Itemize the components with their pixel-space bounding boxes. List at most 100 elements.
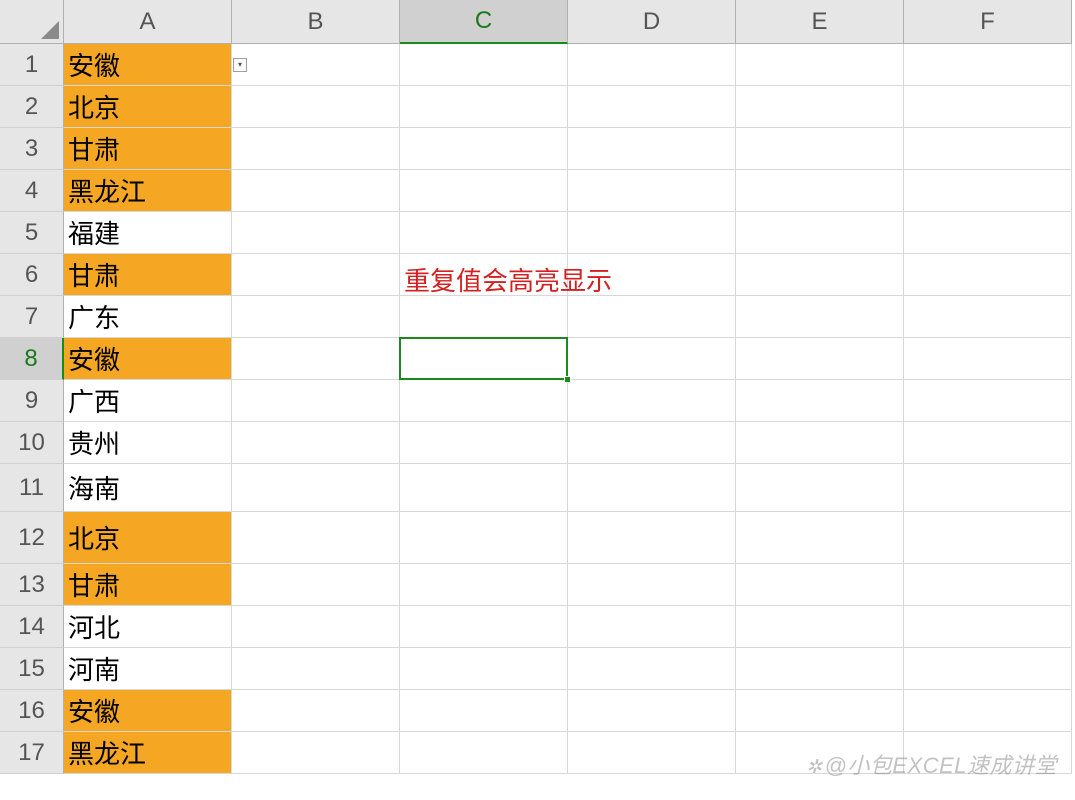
cell-B17[interactable] <box>232 732 400 774</box>
cell-B16[interactable] <box>232 690 400 732</box>
cell-F6[interactable] <box>904 254 1072 296</box>
cell-A8[interactable]: 安徽 <box>64 338 232 380</box>
cell-F10[interactable] <box>904 422 1072 464</box>
dropdown-icon[interactable]: ▾ <box>233 58 247 72</box>
cell-C5[interactable] <box>400 212 568 254</box>
cell-E5[interactable] <box>736 212 904 254</box>
cell-B7[interactable] <box>232 296 400 338</box>
row-header-5[interactable]: 5 <box>0 212 64 254</box>
cell-C7[interactable] <box>400 296 568 338</box>
cell-E13[interactable] <box>736 564 904 606</box>
row-header-14[interactable]: 14 <box>0 606 64 648</box>
cell-B14[interactable] <box>232 606 400 648</box>
cell-B4[interactable] <box>232 170 400 212</box>
col-header-C[interactable]: C <box>400 0 568 44</box>
cell-F12[interactable] <box>904 512 1072 564</box>
cell-C12[interactable] <box>400 512 568 564</box>
cell-D17[interactable] <box>568 732 736 774</box>
cell-A7[interactable]: 广东 <box>64 296 232 338</box>
row-header-8[interactable]: 8 <box>0 338 64 380</box>
cell-F13[interactable] <box>904 564 1072 606</box>
row-header-1[interactable]: 1 <box>0 44 64 86</box>
cell-B6[interactable] <box>232 254 400 296</box>
cell-B11[interactable] <box>232 464 400 512</box>
cell-E14[interactable] <box>736 606 904 648</box>
cell-C14[interactable] <box>400 606 568 648</box>
cell-D12[interactable] <box>568 512 736 564</box>
cell-B2[interactable] <box>232 86 400 128</box>
cell-E1[interactable] <box>736 44 904 86</box>
row-header-10[interactable]: 10 <box>0 422 64 464</box>
cell-E12[interactable] <box>736 512 904 564</box>
cell-E17[interactable] <box>736 732 904 774</box>
cell-C2[interactable] <box>400 86 568 128</box>
row-header-11[interactable]: 11 <box>0 464 64 512</box>
cell-F15[interactable] <box>904 648 1072 690</box>
cell-E10[interactable] <box>736 422 904 464</box>
cell-F4[interactable] <box>904 170 1072 212</box>
cell-A14[interactable]: 河北 <box>64 606 232 648</box>
row-header-12[interactable]: 12 <box>0 512 64 564</box>
col-header-B[interactable]: B <box>232 0 400 44</box>
cell-E7[interactable] <box>736 296 904 338</box>
cell-D4[interactable] <box>568 170 736 212</box>
cell-C8[interactable] <box>400 338 568 380</box>
cell-B8[interactable] <box>232 338 400 380</box>
cell-A12[interactable]: 北京 <box>64 512 232 564</box>
cell-B10[interactable] <box>232 422 400 464</box>
cell-B5[interactable] <box>232 212 400 254</box>
cell-A13[interactable]: 甘肃 <box>64 564 232 606</box>
cell-A10[interactable]: 贵州 <box>64 422 232 464</box>
cell-C16[interactable] <box>400 690 568 732</box>
col-header-F[interactable]: F <box>904 0 1072 44</box>
cell-F5[interactable] <box>904 212 1072 254</box>
cell-C11[interactable] <box>400 464 568 512</box>
col-header-A[interactable]: A <box>64 0 232 44</box>
cell-C3[interactable] <box>400 128 568 170</box>
cell-D6[interactable] <box>568 254 736 296</box>
cell-E9[interactable] <box>736 380 904 422</box>
cell-A1[interactable]: 安徽 ▾ <box>64 44 232 86</box>
cell-E15[interactable] <box>736 648 904 690</box>
col-header-E[interactable]: E <box>736 0 904 44</box>
cell-C6[interactable] <box>400 254 568 296</box>
cell-A15[interactable]: 河南 <box>64 648 232 690</box>
cell-A11[interactable]: 海南 <box>64 464 232 512</box>
cell-F17[interactable] <box>904 732 1072 774</box>
cell-C4[interactable] <box>400 170 568 212</box>
cell-B1[interactable] <box>232 44 400 86</box>
cell-D11[interactable] <box>568 464 736 512</box>
row-header-4[interactable]: 4 <box>0 170 64 212</box>
cell-F16[interactable] <box>904 690 1072 732</box>
row-header-15[interactable]: 15 <box>0 648 64 690</box>
cell-B15[interactable] <box>232 648 400 690</box>
row-header-6[interactable]: 6 <box>0 254 64 296</box>
cell-F7[interactable] <box>904 296 1072 338</box>
cell-A17[interactable]: 黑龙江 <box>64 732 232 774</box>
cell-A5[interactable]: 福建 <box>64 212 232 254</box>
row-header-16[interactable]: 16 <box>0 690 64 732</box>
cell-E8[interactable] <box>736 338 904 380</box>
cell-F1[interactable] <box>904 44 1072 86</box>
cell-C1[interactable] <box>400 44 568 86</box>
cell-E6[interactable] <box>736 254 904 296</box>
cell-A2[interactable]: 北京 <box>64 86 232 128</box>
cell-C15[interactable] <box>400 648 568 690</box>
cell-B12[interactable] <box>232 512 400 564</box>
cell-F14[interactable] <box>904 606 1072 648</box>
cell-A9[interactable]: 广西 <box>64 380 232 422</box>
cell-E3[interactable] <box>736 128 904 170</box>
cell-F11[interactable] <box>904 464 1072 512</box>
cell-D9[interactable] <box>568 380 736 422</box>
cell-D8[interactable] <box>568 338 736 380</box>
fill-handle[interactable] <box>564 376 571 383</box>
cell-A16[interactable]: 安徽 <box>64 690 232 732</box>
row-header-3[interactable]: 3 <box>0 128 64 170</box>
cell-E11[interactable] <box>736 464 904 512</box>
cell-D1[interactable] <box>568 44 736 86</box>
cell-E2[interactable] <box>736 86 904 128</box>
cell-D15[interactable] <box>568 648 736 690</box>
row-header-2[interactable]: 2 <box>0 86 64 128</box>
cell-F2[interactable] <box>904 86 1072 128</box>
cell-E16[interactable] <box>736 690 904 732</box>
